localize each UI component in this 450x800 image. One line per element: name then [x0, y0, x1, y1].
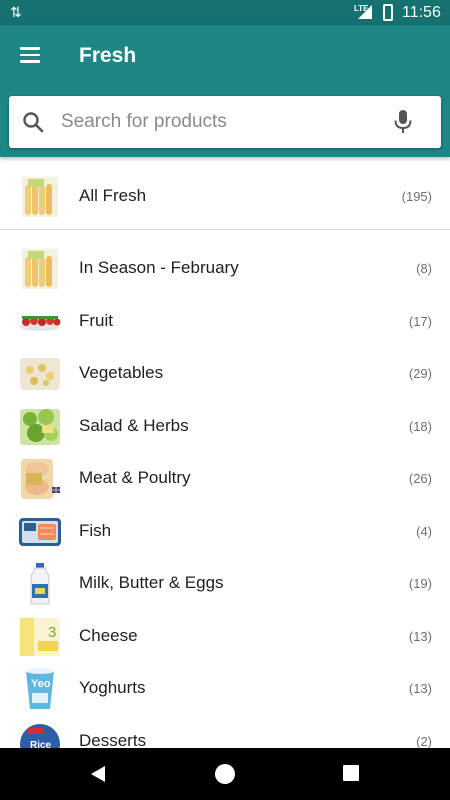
menu-icon[interactable]	[20, 47, 42, 65]
list-item-label: Fruit	[79, 311, 113, 330]
search-bar[interactable]	[9, 96, 441, 148]
list-item-count: (19)	[408, 576, 432, 591]
list-item-meat-poultry[interactable]: Meat & Poultry (26)	[0, 454, 450, 506]
list-item-count: (4)	[416, 524, 432, 539]
product-thumbnail	[22, 177, 58, 217]
list-item-count: (2)	[416, 734, 432, 748]
search-icon	[23, 112, 44, 133]
back-icon[interactable]	[89, 765, 107, 783]
recent-apps-icon[interactable]	[343, 765, 359, 781]
list-item-desserts[interactable]: Rice Desserts (2)	[0, 717, 450, 748]
app-toolbar: Fresh	[0, 25, 450, 157]
signal-icon	[358, 5, 372, 19]
product-thumbnail: 3	[20, 618, 60, 656]
list-item-label: All Fresh	[79, 186, 147, 205]
list-item-fruit[interactable]: Fruit (17)	[0, 297, 450, 349]
list-item-count: (29)	[408, 366, 432, 381]
list-item-count: (13)	[408, 681, 432, 696]
list-item-count: (195)	[401, 189, 432, 204]
cheese-pack-label: 3	[48, 624, 56, 641]
product-thumbnail	[20, 358, 60, 390]
product-thumbnail	[21, 459, 60, 499]
list-item-label: Salad & Herbs	[79, 416, 189, 435]
clock: 11:56	[402, 4, 441, 21]
list-item-salad-herbs[interactable]: Salad & Herbs (18)	[0, 402, 450, 454]
system-nav-bar	[0, 748, 450, 800]
list-item-all-fresh[interactable]: All Fresh (195)	[0, 172, 450, 224]
status-bar: ⇅ LTE 11:56	[0, 0, 450, 25]
list-item-label: Fish	[79, 521, 112, 540]
list-item-count: (8)	[416, 261, 432, 276]
list-item-vegetables[interactable]: Vegetables (29)	[0, 349, 450, 401]
product-thumbnail	[19, 518, 61, 546]
yoghurt-brand-label: Yeo	[31, 678, 51, 690]
list-item-label: Desserts	[79, 731, 147, 748]
list-item-yoghurts[interactable]: Yeo Yoghurts (13)	[0, 664, 450, 716]
list-item-milk-butter-eggs[interactable]: Milk, Butter & Eggs (19)	[0, 559, 450, 611]
product-thumbnail: Rice	[20, 724, 60, 748]
list-item-cheese[interactable]: 3 Cheese (13)	[0, 612, 450, 664]
divider	[0, 229, 450, 230]
list-item-label: Meat & Poultry	[79, 468, 191, 487]
mic-icon[interactable]	[391, 109, 415, 135]
category-list: All Fresh (195) In Season - February (8)…	[0, 158, 450, 748]
product-thumbnail	[22, 249, 58, 289]
list-item-label: Milk, Butter & Eggs	[79, 573, 224, 592]
list-item-count: (17)	[408, 314, 432, 329]
home-icon[interactable]	[215, 764, 235, 784]
data-sync-icon: ⇅	[10, 4, 22, 20]
list-item-label: Vegetables	[79, 363, 164, 382]
product-thumbnail	[20, 316, 61, 331]
list-item-in-season[interactable]: In Season - February (8)	[0, 244, 450, 296]
list-item-label: Cheese	[79, 626, 138, 645]
list-item-count: (26)	[408, 471, 432, 486]
dessert-pack-label: Rice	[30, 740, 52, 748]
product-thumbnail	[20, 409, 60, 445]
list-item-count: (13)	[408, 629, 432, 644]
page-title: Fresh	[79, 44, 137, 67]
list-item-label: Yoghurts	[79, 678, 146, 697]
list-item-fish[interactable]: Fish (4)	[0, 507, 450, 559]
product-thumbnail: Yeo	[26, 668, 54, 709]
battery-icon	[383, 4, 393, 21]
list-item-count: (18)	[408, 419, 432, 434]
search-input[interactable]	[61, 106, 381, 138]
product-thumbnail	[30, 563, 50, 605]
list-item-label: In Season - February	[79, 258, 239, 277]
